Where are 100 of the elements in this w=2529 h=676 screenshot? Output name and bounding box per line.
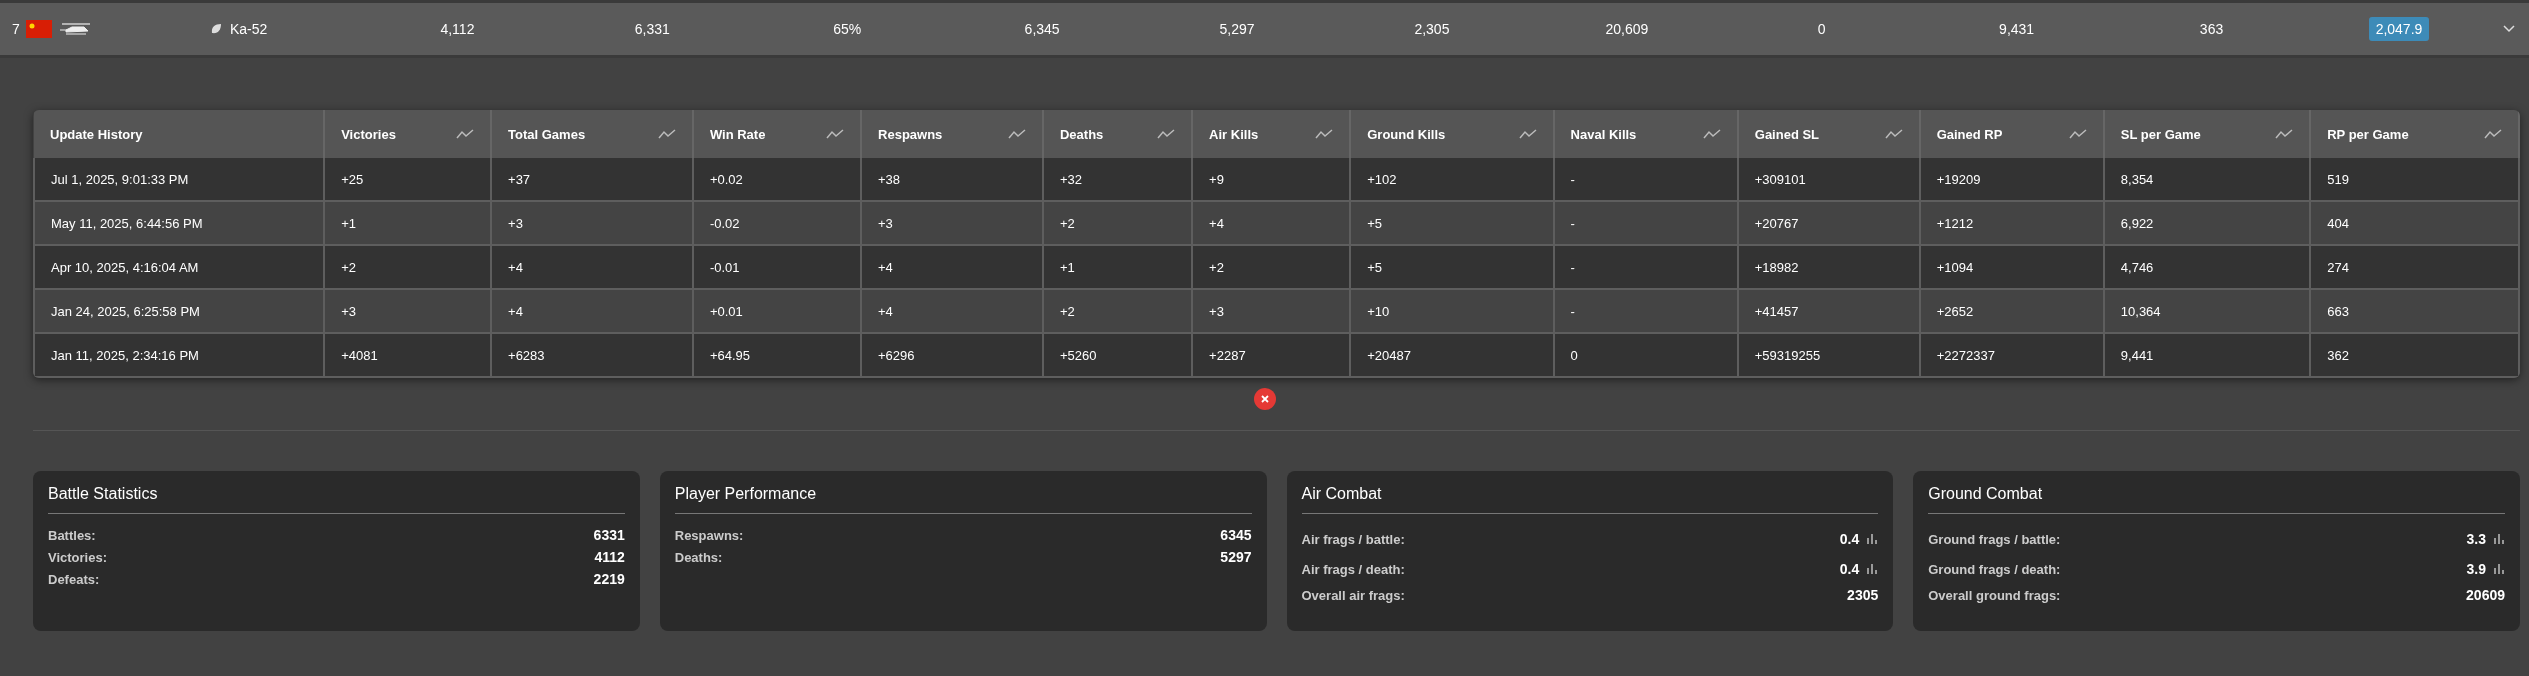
table-cell: +3 [861,201,1043,245]
stat-value: 5297 [1220,549,1252,565]
table-cell: +0.01 [692,289,862,333]
table-cell: 362 [2310,333,2519,377]
table-cell: 0 [1553,333,1738,377]
column-header: Total Games [491,110,693,158]
table-cell: -0.02 [692,201,862,245]
table-cell: +309101 [1737,158,1920,201]
stat-value: 3.3 [2466,531,2486,547]
table-cell: +18982 [1737,245,1920,289]
stat-label: Ground frags / battle: [1928,531,2061,547]
bar-chart-icon[interactable] [1867,534,1879,544]
table-cell: +4 [861,289,1043,333]
table-cell: - [1553,289,1738,333]
leaf-icon [210,23,222,35]
stat-value: 2305 [1847,587,1879,603]
table-cell: 519 [2310,158,2519,201]
table-cell: +4 [491,245,693,289]
table-cell: - [1553,245,1738,289]
table-cell: +6283 [491,333,693,377]
trend-line-icon[interactable] [1884,129,1903,139]
close-button[interactable] [1253,388,1276,410]
stat-value: 9,431 [1998,21,2036,37]
table-cell: +5 [1350,201,1554,245]
table-cell: 10,364 [2103,289,2311,333]
table-cell: 6,922 [2103,201,2311,245]
trend-line-icon[interactable] [1518,129,1537,139]
stat-value: 0.4 [1839,531,1860,547]
table-cell: -0.01 [692,245,862,289]
table-cell: +1 [1042,245,1193,289]
table-cell: +5260 [1042,333,1193,377]
table-cell: 8,354 [2103,158,2311,201]
column-header: Gained RP [1919,110,2104,158]
stat-label: Ground frags / death: [1928,561,2061,577]
stat-label: Respawns: [674,527,744,543]
table-cell: +4 [861,245,1043,289]
trend-line-icon[interactable] [2068,129,2087,139]
stat-value: 6,331 [633,21,671,37]
stat-value: 20,609 [1604,21,1650,37]
trend-line-icon[interactable] [657,129,676,139]
table-cell: +4 [491,289,693,333]
stat-value: 2,305 [1413,21,1451,37]
column-header: Air Kills [1192,110,1351,158]
table-cell: +9 [1192,158,1351,201]
vehicle-name: Ka-52 [230,21,268,37]
stat-value: 4,112 [439,21,476,37]
stat-value: 65% [832,21,863,37]
column-header: Ground Kills [1350,110,1554,158]
table-cell: +25 [324,158,492,201]
trend-line-icon[interactable] [826,129,845,139]
trend-line-icon[interactable] [1702,129,1721,139]
table-cell: +2 [1192,245,1351,289]
trend-line-icon[interactable] [456,129,475,139]
trend-line-icon[interactable] [2275,129,2294,139]
table-cell: 274 [2310,245,2519,289]
stat-value: 2219 [593,571,625,587]
table-cell: +20767 [1737,201,1920,245]
card-title: Battle Statistics [48,485,625,514]
trend-line-icon[interactable] [1315,129,1334,139]
stat-label: Victories: [48,549,107,565]
column-header: Win Rate [692,110,862,158]
table-cell: +4 [1192,201,1351,245]
table-cell: +6296 [861,333,1043,377]
stat-value: 0 [1816,21,1827,37]
table-cell: +2 [324,245,492,289]
card-title: Ground Combat [1928,485,2505,514]
table-cell: 663 [2310,289,2519,333]
trend-line-icon[interactable] [2484,129,2502,139]
close-icon [1259,394,1270,404]
flag-icon [25,20,52,38]
bar-chart-icon[interactable] [1867,564,1879,574]
table-cell: +19209 [1919,158,2104,201]
stat-label: Defeats: [48,571,100,587]
table-cell: +10 [1350,289,1554,333]
rank-number: 7 [12,21,20,37]
stat-label: Overall ground frags: [1928,587,2061,603]
stat-value: 6345 [1220,527,1252,543]
trend-line-icon[interactable] [1007,129,1026,139]
column-header: RP per Game [2310,110,2519,158]
chevron-icon[interactable] [2503,25,2515,33]
table-cell: +2652 [1919,289,2104,333]
table-cell: +20487 [1350,333,1554,377]
column-header: Deaths [1042,110,1193,158]
stat-value: 5,297 [1218,21,1256,37]
stat-label: Deaths: [674,549,723,565]
trend-line-icon[interactable] [1157,129,1176,139]
table-cell: +2 [1042,201,1193,245]
table-cell: +1094 [1919,245,2104,289]
table-cell: Jan 11, 2025, 2:34:16 PM [34,333,325,377]
table-cell: +3 [1192,289,1351,333]
table-cell: +0.02 [692,158,862,201]
card-title: Air Combat [1301,485,1879,514]
bar-chart-icon[interactable] [2494,564,2505,574]
column-header: Victories [324,110,492,158]
stat-label: Air frags / battle: [1301,531,1405,547]
table-cell: +59319255 [1737,333,1920,377]
table-cell: +4081 [324,333,492,377]
table-cell: +37 [491,158,693,201]
stat-value: 20609 [2466,587,2505,603]
bar-chart-icon[interactable] [2494,534,2505,544]
